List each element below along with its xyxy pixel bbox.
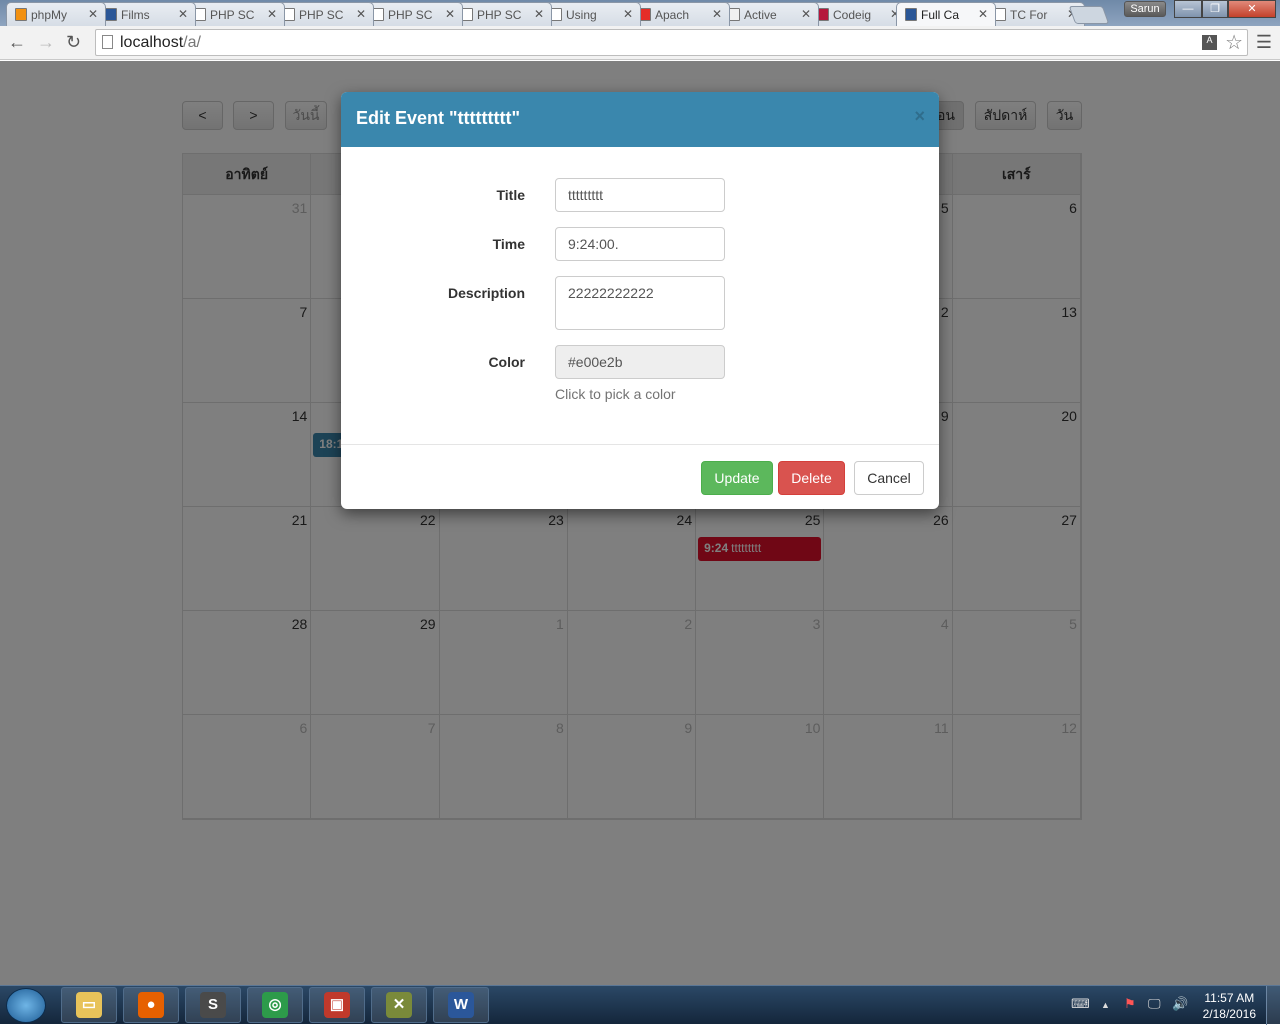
- close-tab-icon[interactable]: ✕: [356, 7, 366, 21]
- network-icon[interactable]: 🖵: [1148, 996, 1161, 1012]
- description-label: Description: [447, 285, 525, 301]
- update-button[interactable]: Update: [701, 461, 773, 495]
- time-input[interactable]: 9:24:00.: [555, 227, 725, 261]
- clock[interactable]: 11:57 AM 2/18/2016: [1203, 990, 1256, 1022]
- keyboard-icon[interactable]: ⌨: [1071, 996, 1090, 1012]
- close-tab-icon[interactable]: ✕: [623, 7, 633, 21]
- taskbar-app-explorer[interactable]: ▭: [61, 987, 117, 1023]
- tab-label: Apach: [655, 8, 690, 22]
- edit-event-modal: Edit Event "ttttttttt" × Title ttttttttt…: [341, 92, 939, 509]
- taskbar-app-word[interactable]: W: [433, 987, 489, 1023]
- tab-label: Using: [566, 8, 597, 22]
- action-center-icon[interactable]: ⚑: [1124, 996, 1136, 1012]
- color-label: Color: [488, 354, 525, 370]
- page-icon: [102, 35, 113, 49]
- volume-icon[interactable]: 🔊: [1172, 996, 1188, 1012]
- firefox-icon: ●: [138, 992, 164, 1018]
- explorer-icon: ▭: [76, 992, 102, 1018]
- browser-tab[interactable]: Codeig ✕: [808, 2, 908, 26]
- color-help-text: Click to pick a color: [555, 386, 676, 402]
- maximize-button[interactable]: ❐: [1202, 0, 1228, 18]
- show-hidden-icons[interactable]: ▲: [1101, 1000, 1110, 1010]
- show-desktop-button[interactable]: [1266, 986, 1280, 1025]
- chrome-icon: ◎: [262, 992, 288, 1018]
- tab-label: phpMy: [31, 8, 68, 22]
- browser-tab[interactable]: Full Ca ✕: [896, 2, 996, 26]
- browser-tab-strip: TC For✕Full Ca✕Codeig✕Active✕Apach✕Using…: [0, 0, 1280, 26]
- close-tab-icon[interactable]: ✕: [445, 7, 455, 21]
- close-tab-icon[interactable]: ✕: [534, 7, 544, 21]
- toolbox-icon: ▣: [324, 992, 350, 1018]
- browser-tab[interactable]: phpMy ✕: [6, 2, 106, 26]
- tab-label: PHP SC: [477, 8, 521, 22]
- tab-label: Codeig: [833, 8, 872, 22]
- translate-icon[interactable]: A: [1202, 35, 1217, 50]
- profile-button[interactable]: Sarun: [1124, 1, 1166, 17]
- browser-tab[interactable]: Using ✕: [541, 2, 641, 26]
- url-host: localhost: [120, 34, 184, 51]
- tab-label: TC For: [1010, 8, 1048, 22]
- modal-footer: Update Delete Cancel: [341, 444, 939, 509]
- close-tab-icon[interactable]: ✕: [978, 7, 988, 21]
- tab-label: PHP SC: [388, 8, 432, 22]
- browser-tab[interactable]: PHP SC ✕: [452, 2, 552, 26]
- close-tab-icon[interactable]: ✕: [801, 7, 811, 21]
- browser-tab[interactable]: PHP SC ✕: [363, 2, 463, 26]
- menu-icon[interactable]: ☰: [1256, 32, 1272, 53]
- modal-title: Edit Event "ttttttttt": [341, 92, 939, 147]
- close-window-button[interactable]: ✕: [1228, 0, 1276, 18]
- title-label: Title: [496, 187, 525, 203]
- sublime-icon: S: [200, 992, 226, 1018]
- phpmyadmin-icon: [15, 8, 27, 21]
- title-input[interactable]: ttttttttt: [555, 178, 725, 212]
- tab-label: PHP SC: [299, 8, 343, 22]
- reload-icon[interactable]: ↻: [66, 32, 81, 53]
- tab-label: Full Ca: [921, 8, 960, 22]
- close-tab-icon[interactable]: ✕: [88, 7, 98, 21]
- tab-label: PHP SC: [210, 8, 254, 22]
- browser-toolbar: ← → ↻ localhost/a/ A ☆ ☰: [0, 26, 1280, 60]
- taskbar-app-firefox[interactable]: ●: [123, 987, 179, 1023]
- word-icon: W: [448, 992, 474, 1018]
- taskbar-app-sublime[interactable]: S: [185, 987, 241, 1023]
- bookmark-star-icon[interactable]: ☆: [1225, 30, 1243, 55]
- start-button[interactable]: [6, 988, 46, 1023]
- minimize-button[interactable]: —: [1174, 0, 1202, 18]
- hexagon-logo-icon: [905, 8, 917, 21]
- url-path: /a/: [183, 34, 201, 51]
- tools-icon: ✕: [386, 992, 412, 1018]
- browser-tab[interactable]: Apach ✕: [630, 2, 730, 26]
- clock-date: 2/18/2016: [1202, 1007, 1256, 1021]
- close-icon[interactable]: ×: [914, 106, 925, 127]
- close-tab-icon[interactable]: ✕: [267, 7, 277, 21]
- address-bar[interactable]: localhost/a/ A ☆: [95, 29, 1248, 56]
- cancel-button[interactable]: Cancel: [854, 461, 924, 495]
- new-tab-button[interactable]: [1068, 6, 1110, 24]
- taskbar-app-tools[interactable]: ✕: [371, 987, 427, 1023]
- forward-icon[interactable]: →: [37, 32, 55, 53]
- close-tab-icon[interactable]: ✕: [178, 7, 188, 21]
- browser-tab[interactable]: PHP SC ✕: [185, 2, 285, 26]
- taskbar-app-toolbox[interactable]: ▣: [309, 987, 365, 1023]
- time-label: Time: [492, 236, 525, 252]
- windows-taskbar: ⌨ ▲ ⚑ 🖵 🔊 11:57 AM 2/18/2016 ▭ ● S ◎ ▣ ✕ W: [0, 985, 1280, 1025]
- close-tab-icon[interactable]: ✕: [712, 7, 722, 21]
- tab-label: Films: [121, 8, 150, 22]
- browser-tab[interactable]: Active ✕: [719, 2, 819, 26]
- hexagon-logo-icon: [105, 8, 117, 21]
- back-icon[interactable]: ←: [8, 32, 26, 53]
- browser-tab[interactable]: Films ✕: [96, 2, 196, 26]
- description-textarea[interactable]: 22222222222: [555, 276, 725, 330]
- tab-label: Active: [744, 8, 777, 22]
- clock-time: 11:57 AM: [1204, 991, 1255, 1005]
- browser-tab[interactable]: PHP SC ✕: [274, 2, 374, 26]
- color-input[interactable]: #e00e2b: [555, 345, 725, 379]
- taskbar-app-chrome[interactable]: ◎: [247, 987, 303, 1023]
- delete-button[interactable]: Delete: [778, 461, 845, 495]
